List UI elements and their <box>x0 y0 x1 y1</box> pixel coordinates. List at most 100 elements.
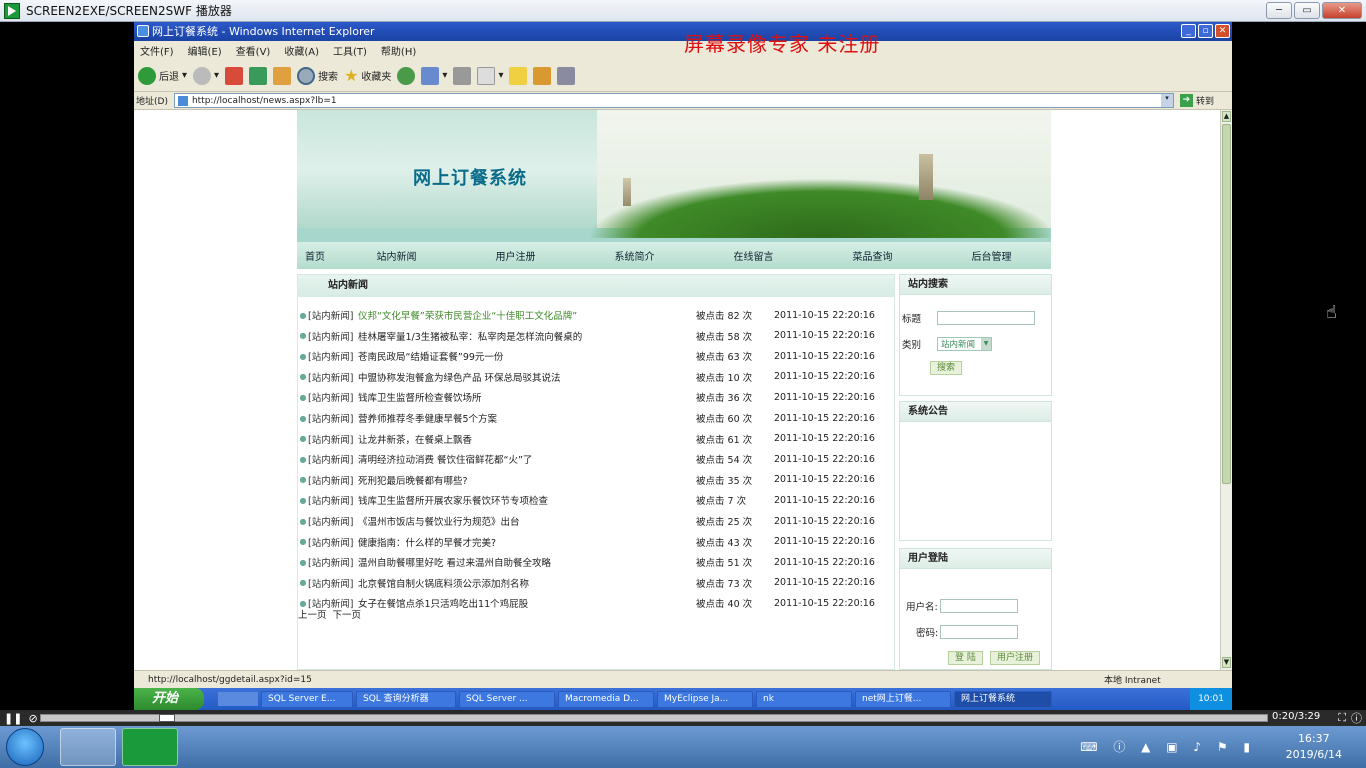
news-title-link[interactable]: 北京餐馆自制火锅底料须公示添加剂名称 <box>358 576 696 590</box>
quicklaunch-icon[interactable] <box>218 692 258 706</box>
task-sql-query-analyzer[interactable]: SQL 查询分析器 <box>356 690 456 708</box>
news-title-link[interactable]: 《温州市饭店与餐饮业行为规范》出台 <box>358 514 696 528</box>
news-title-link[interactable]: 清明经济拉动消费 餐饮住宿鲜花都“火”了 <box>358 452 696 466</box>
news-row[interactable]: ● [站内新闻] 桂林屠宰量1/3生猪被私宰：私宰肉是怎样流向餐桌的 被点击 58 次… <box>298 326 894 346</box>
news-title-link[interactable]: 中盟协称发泡餐盒为绿色产品 环保总局驳其说法 <box>358 370 696 384</box>
task-myeclipse[interactable]: MyEclipse Ja... <box>657 690 753 708</box>
nav-dish-search[interactable]: 菜品查询 <box>813 248 932 263</box>
prev-page-link[interactable]: 上一页 <box>298 607 327 621</box>
news-title-link[interactable]: 钱库卫生监督所开展农家乐餐饮环节专项检查 <box>358 493 696 507</box>
fullscreen-icon[interactable]: ⛶ <box>1338 711 1346 725</box>
news-title-link[interactable]: 死刑犯最后晚餐都有哪些? <box>358 473 696 487</box>
news-row[interactable]: ● [站内新闻] 钱库卫生监督所检查餐饮场所 被点击 36 次 2011-10-15 2… <box>298 387 894 407</box>
ie-minimize-button[interactable]: _ <box>1181 24 1196 38</box>
nav-home[interactable]: 首页 <box>297 248 337 263</box>
news-title-link[interactable]: 仪邦“文化早餐”荣获市民营企业“十佳职工文化品牌” <box>358 308 696 322</box>
stop-button[interactable] <box>225 66 244 85</box>
page-scrollbar[interactable]: ▲ ▼ <box>1220 110 1232 670</box>
menu-favorites[interactable]: 收藏(A) <box>284 43 319 58</box>
ie-restore-button[interactable]: ▫ <box>1198 24 1213 38</box>
xp-start-button[interactable]: 开始 <box>134 688 204 710</box>
favorites-button[interactable]: ★ 收藏夹 <box>344 66 391 85</box>
ie-close-button[interactable]: ✕ <box>1215 24 1230 38</box>
tray-icons[interactable]: ⌨ ⓘ ▲ ▣ ♪ ⚑ ▮ <box>1080 738 1256 755</box>
search-button[interactable]: 搜索 <box>297 66 338 85</box>
news-row[interactable]: ● [站内新闻] 清明经济拉动消费 餐饮住宿鲜花都“火”了 被点击 54 次 2011-… <box>298 449 894 469</box>
edit-button[interactable]: ▾ <box>477 66 503 85</box>
address-input[interactable]: http://localhost/news.aspx?lb=1 ▾ <box>173 93 1174 108</box>
news-row[interactable]: ● [站内新闻] 仪邦“文化早餐”荣获市民营企业“十佳职工文化品牌” 被点击 82 次… <box>298 305 894 325</box>
nav-guestbook[interactable]: 在线留言 <box>694 248 813 263</box>
scroll-down-icon[interactable]: ▼ <box>1222 657 1231 668</box>
notice-box-title: 系统公告 <box>900 402 1051 422</box>
menu-view[interactable]: 查看(V) <box>236 43 271 58</box>
news-row[interactable]: ● [站内新闻] 让龙井新茶，在餐桌上飘香 被点击 61 次 2011-10-15 22… <box>298 429 894 449</box>
news-row[interactable]: ● [站内新闻] 《温州市饭店与餐饮业行为规范》出台 被点击 25 次 2011-10-… <box>298 511 894 531</box>
news-row[interactable]: ● [站内新闻] 女子在餐馆点杀1只活鸡吃出11个鸡屁股 被点击 40 次 2011-1… <box>298 593 894 613</box>
news-title-link[interactable]: 让龙井新茶，在餐桌上飘香 <box>358 432 696 446</box>
pause-icon[interactable]: ❚❚ <box>4 712 22 725</box>
maximize-button[interactable]: ▭ <box>1294 2 1320 19</box>
scroll-thumb[interactable] <box>1222 124 1231 484</box>
news-title-link[interactable]: 温州自助餐哪里好吃 看过来温州自助餐全攻略 <box>358 555 696 569</box>
menu-help[interactable]: 帮助(H) <box>381 43 416 58</box>
news-row[interactable]: ● [站内新闻] 中盟协称发泡餐盒为绿色产品 环保总局驳其说法 被点击 10 次 201… <box>298 367 894 387</box>
news-title-link[interactable]: 女子在餐馆点杀1只活鸡吃出11个鸡屁股 <box>358 596 696 610</box>
forward-button[interactable]: ▾ <box>193 66 219 85</box>
task-ordering-system[interactable]: 网上订餐系统 <box>954 690 1052 708</box>
close-button[interactable]: ✕ <box>1322 2 1362 19</box>
scroll-up-icon[interactable]: ▲ <box>1222 111 1231 122</box>
print-button[interactable] <box>453 66 472 85</box>
search-submit-button[interactable]: 搜索 <box>930 361 963 375</box>
minimize-button[interactable]: ─ <box>1266 2 1292 19</box>
refresh-button[interactable] <box>249 66 268 85</box>
news-row[interactable]: ● [站内新闻] 钱库卫生监督所开展农家乐餐饮环节专项检查 被点击 7 次 2011-1… <box>298 490 894 510</box>
seek-bar[interactable] <box>40 714 1268 722</box>
task-macromedia[interactable]: Macromedia D... <box>558 690 654 708</box>
info-icon[interactable]: ⓘ <box>1351 710 1362 726</box>
news-title-link[interactable]: 钱库卫生监督所检查餐饮场所 <box>358 390 696 404</box>
mail-button[interactable]: ▾ <box>421 66 447 85</box>
back-button[interactable]: 后退 ▾ <box>138 66 187 85</box>
task-nk[interactable]: nk <box>756 690 852 708</box>
search-type-select[interactable]: 站内新闻 ▼ <box>937 337 993 351</box>
register-button[interactable]: 用户注册 <box>990 651 1041 665</box>
news-row[interactable]: ● [站内新闻] 营养师推荐冬季健康早餐5个方案 被点击 60 次 2011-10-15… <box>298 408 894 428</box>
news-row[interactable]: ● [站内新闻] 健康指南：什么样的早餐才完美? 被点击 43 次 2011-10-15… <box>298 532 894 552</box>
research-button[interactable] <box>533 66 552 85</box>
news-row[interactable]: ● [站内新闻] 死刑犯最后晚餐都有哪些? 被点击 35 次 2011-10-15 22… <box>298 470 894 490</box>
history-button[interactable] <box>397 66 416 85</box>
nav-about[interactable]: 系统简介 <box>575 248 694 263</box>
login-button[interactable]: 登 陆 <box>948 651 983 665</box>
task-net-ordering[interactable]: net网上订餐... <box>855 690 951 708</box>
news-title-link[interactable]: 苍南民政局“结婚证套餐”99元一份 <box>358 349 696 363</box>
nav-admin[interactable]: 后台管理 <box>932 248 1051 263</box>
nav-news[interactable]: 站内新闻 <box>337 248 456 263</box>
news-title-link[interactable]: 桂林屠宰量1/3生猪被私宰：私宰肉是怎样流向餐桌的 <box>358 329 696 343</box>
stop-playback-icon[interactable]: ⊘ <box>28 712 37 725</box>
go-button[interactable]: ➔ 转到 <box>1179 94 1214 107</box>
news-title-link[interactable]: 健康指南：什么样的早餐才完美? <box>358 535 696 549</box>
windows-start-icon[interactable] <box>6 728 44 766</box>
seek-handle[interactable] <box>159 714 175 722</box>
news-row[interactable]: ● [站内新闻] 北京餐馆自制火锅底料须公示添加剂名称 被点击 73 次 2011-10… <box>298 573 894 593</box>
menu-tools[interactable]: 工具(T) <box>333 43 367 58</box>
menu-edit[interactable]: 编辑(E) <box>188 43 222 58</box>
address-dropdown-icon[interactable]: ▾ <box>1160 94 1173 107</box>
news-row[interactable]: ● [站内新闻] 苍南民政局“结婚证套餐”99元一份 被点击 63 次 2011-10-… <box>298 346 894 366</box>
discuss-button[interactable] <box>509 66 528 85</box>
screen2exe-app-icon[interactable] <box>122 728 178 766</box>
task-sql-enterprise[interactable]: SQL Server E... <box>261 690 353 708</box>
next-page-link[interactable]: 下一页 <box>333 607 362 621</box>
news-row[interactable]: ● [站内新闻] 温州自助餐哪里好吃 看过来温州自助餐全攻略 被点击 51 次 2011… <box>298 552 894 572</box>
messenger-button[interactable] <box>557 66 576 85</box>
search-title-input[interactable] <box>937 311 1036 325</box>
explorer-folder-icon[interactable] <box>60 728 116 766</box>
username-input[interactable] <box>939 599 1018 613</box>
news-title-link[interactable]: 营养师推荐冬季健康早餐5个方案 <box>358 411 696 425</box>
nav-register[interactable]: 用户注册 <box>456 248 575 263</box>
menu-file[interactable]: 文件(F) <box>140 43 174 58</box>
task-sql-server[interactable]: SQL Server ... <box>459 690 555 708</box>
home-button[interactable] <box>273 66 292 85</box>
password-input[interactable] <box>940 625 1019 639</box>
